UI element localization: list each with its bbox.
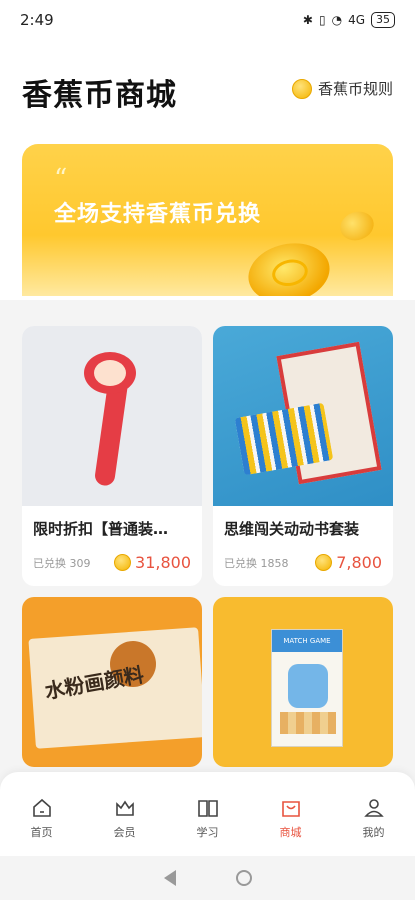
battery-icon: 35 bbox=[371, 12, 395, 28]
product-price: 7,800 bbox=[315, 553, 382, 572]
quote-icon: “ bbox=[54, 164, 68, 194]
page-header: 香蕉币商城 香蕉币规则 bbox=[0, 40, 415, 140]
status-bar: 2:49 ✱ ▯ ◔ 4G 35 bbox=[0, 0, 415, 40]
nav-member[interactable]: 会员 bbox=[95, 798, 155, 840]
product-image-book-set bbox=[213, 326, 393, 506]
elephant-illustration bbox=[288, 664, 328, 708]
crown-icon bbox=[114, 798, 136, 818]
nav-label: 学习 bbox=[196, 826, 219, 839]
product-card[interactable]: 水粉画颜料 bbox=[22, 597, 202, 767]
redeemed-count: 已兑换 1858 bbox=[224, 556, 289, 570]
shopping-bag-icon bbox=[280, 798, 302, 818]
big-coin-icon bbox=[242, 236, 336, 296]
match-game-title: MATCH GAME bbox=[272, 630, 342, 652]
product-meta: 已兑换 1858 7,800 bbox=[224, 553, 382, 572]
nav-home-inner: 首页 bbox=[31, 798, 53, 840]
nav-label: 会员 bbox=[113, 826, 136, 839]
nav-mall-inner: 商城 bbox=[280, 798, 302, 840]
nav-label: 商城 bbox=[279, 826, 302, 839]
home-icon bbox=[31, 798, 53, 818]
book-icon bbox=[197, 798, 219, 818]
bluetooth-icon: ✱ bbox=[302, 13, 313, 27]
match-game-box: MATCH GAME bbox=[271, 629, 343, 747]
product-image-talking-pen bbox=[22, 326, 202, 506]
product-grid: 限时折扣【普通装… 已兑换 309 31,800 思维闯关动动书套装 已兑换 1… bbox=[22, 326, 393, 767]
pen-face bbox=[94, 360, 126, 386]
nav-label: 我的 bbox=[362, 826, 385, 839]
page-title: 香蕉币商城 bbox=[22, 78, 177, 113]
product-image-match-game: MATCH GAME bbox=[213, 597, 393, 767]
promo-banner[interactable]: “ 全场支持香蕉币兑换 bbox=[22, 144, 393, 296]
back-icon[interactable] bbox=[163, 870, 176, 886]
redeemed-count: 已兑换 309 bbox=[33, 556, 91, 570]
nav-member-inner: 会员 bbox=[114, 798, 136, 840]
nav-me[interactable]: 我的 bbox=[344, 798, 404, 840]
nav-study-inner: 学习 bbox=[197, 798, 219, 840]
product-title: 思维闯关动动书套装 bbox=[224, 520, 360, 538]
product-card[interactable]: 思维闯关动动书套装 已兑换 1858 7,800 bbox=[213, 326, 393, 586]
product-card[interactable]: MATCH GAME bbox=[213, 597, 393, 767]
product-meta: 已兑换 309 31,800 bbox=[33, 553, 191, 572]
user-icon bbox=[363, 798, 385, 818]
nav-me-inner: 我的 bbox=[363, 798, 385, 840]
coin-rules-link[interactable]: 香蕉币规则 bbox=[291, 78, 393, 99]
small-coin-icon bbox=[336, 207, 378, 245]
blocks-illustration bbox=[280, 712, 336, 734]
product-info: 限时折扣【普通装… 已兑换 309 31,800 bbox=[22, 506, 202, 586]
bottom-nav: 首页 会员 学习 商城 我的 bbox=[0, 772, 415, 856]
banner-section: “ 全场支持香蕉币兑换 bbox=[0, 140, 415, 300]
coin-icon bbox=[315, 554, 333, 571]
nav-study[interactable]: 学习 bbox=[178, 798, 238, 840]
home-circle-icon[interactable] bbox=[235, 870, 252, 886]
vibrate-icon: ▯ bbox=[318, 13, 326, 27]
system-nav-bar bbox=[0, 856, 415, 900]
product-info: 思维闯关动动书套装 已兑换 1858 7,800 bbox=[213, 506, 393, 586]
nav-home[interactable]: 首页 bbox=[12, 798, 72, 840]
coin-icon bbox=[114, 554, 132, 571]
nav-label: 首页 bbox=[30, 826, 53, 839]
price-value: 31,800 bbox=[135, 553, 191, 572]
product-title: 限时折扣【普通装… bbox=[33, 520, 169, 538]
price-value: 7,800 bbox=[336, 553, 382, 572]
product-image-paint-box: 水粉画颜料 bbox=[22, 597, 202, 767]
network-label: 4G bbox=[348, 13, 365, 27]
coin-rules-label: 香蕉币规则 bbox=[317, 80, 393, 98]
status-icons: ✱ ▯ ◔ 4G 35 bbox=[303, 12, 395, 28]
status-time: 2:49 bbox=[20, 11, 54, 29]
banner-text: 全场支持香蕉币兑换 bbox=[54, 202, 262, 227]
product-price: 31,800 bbox=[114, 553, 191, 572]
nav-mall[interactable]: 商城 bbox=[261, 784, 321, 842]
coin-icon bbox=[291, 78, 312, 99]
product-card[interactable]: 限时折扣【普通装… 已兑换 309 31,800 bbox=[22, 326, 202, 586]
wifi-icon: ◔ bbox=[331, 13, 343, 27]
